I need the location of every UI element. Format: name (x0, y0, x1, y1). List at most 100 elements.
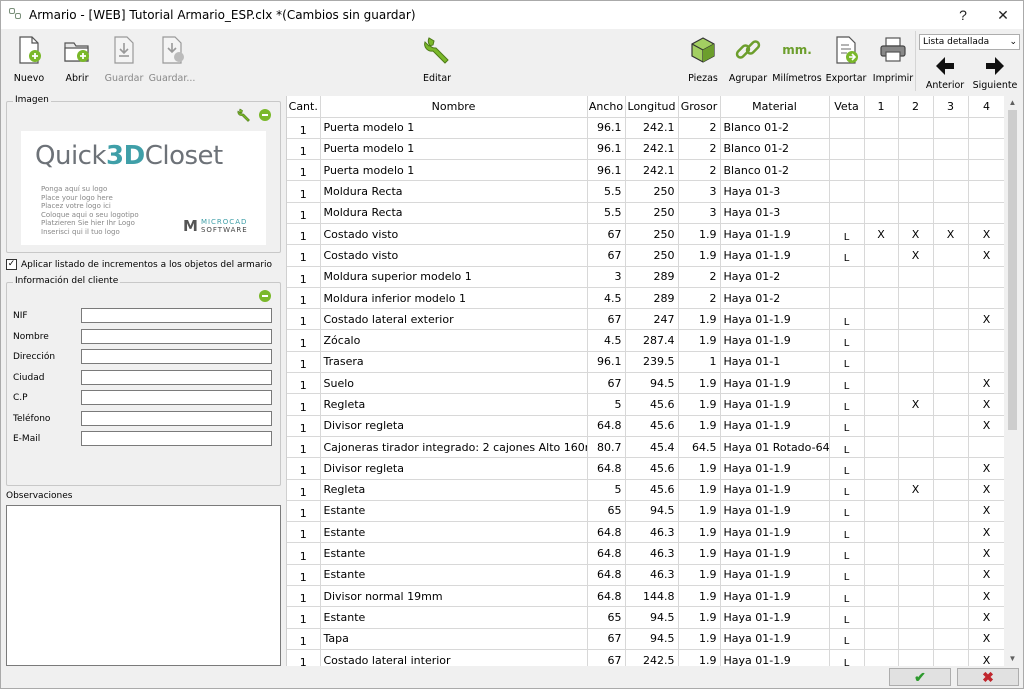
table-row[interactable]: 1 Costado visto 67 250 1.9 Haya 01-1.9 L X X X X (287, 223, 1004, 246)
cell-veta[interactable]: L (829, 457, 865, 480)
cell-cant[interactable]: 1 (287, 500, 321, 523)
header-col-2[interactable]: 2 (898, 96, 934, 118)
cell-col-4[interactable] (968, 159, 1004, 182)
help-button[interactable]: ? (945, 1, 981, 29)
cell-col-3[interactable] (933, 329, 969, 352)
cell-col-1[interactable] (864, 138, 899, 161)
cell-longitud[interactable]: 46.3 (625, 542, 679, 565)
header-longitud[interactable]: Longitud (625, 96, 679, 118)
cell-ancho[interactable]: 64.8 (587, 457, 626, 480)
cell-longitud[interactable]: 242.5 (625, 649, 679, 666)
cell-ancho[interactable]: 4.5 (587, 287, 626, 310)
cell-ancho[interactable]: 5.5 (587, 180, 626, 203)
cell-veta[interactable]: L (829, 542, 865, 565)
cell-col-3[interactable] (933, 138, 969, 161)
cell-ancho[interactable]: 64.8 (587, 415, 626, 437)
cell-nombre[interactable]: Estante (320, 564, 588, 587)
table-row[interactable]: 1 Suelo 67 94.5 1.9 Haya 01-1.9 L X (287, 372, 1004, 395)
table-row[interactable]: 1 Regleta 5 45.6 1.9 Haya 01-1.9 L X X (287, 479, 1004, 501)
cell-nombre[interactable]: Costado lateral exterior (320, 308, 588, 331)
cell-grosor[interactable]: 1.9 (678, 308, 721, 331)
view-mode-select[interactable]: Lista detallada ⌄ (919, 34, 1020, 50)
cell-grosor[interactable]: 1.9 (678, 521, 721, 544)
collapse-client-icon[interactable] (259, 290, 271, 302)
cell-cant[interactable]: 1 (287, 564, 321, 587)
scroll-up-icon[interactable]: ▲ (1004, 96, 1021, 110)
cell-ancho[interactable]: 64.8 (587, 542, 626, 565)
cell-nombre[interactable]: Costado visto (320, 244, 588, 267)
cell-col-1[interactable] (864, 308, 899, 331)
cell-veta[interactable]: L (829, 308, 865, 331)
cell-col-1[interactable] (864, 649, 899, 666)
cell-nombre[interactable]: Puerta modelo 1 (320, 159, 588, 182)
cell-cant[interactable]: 1 (287, 606, 321, 629)
cell-cant[interactable]: 1 (287, 372, 321, 395)
cell-col-3[interactable] (933, 628, 969, 650)
cell-col-2[interactable] (898, 542, 934, 565)
cell-col-4[interactable] (968, 351, 1004, 374)
cell-nombre[interactable]: Trasera (320, 351, 588, 374)
cell-ancho[interactable]: 64.8 (587, 564, 626, 587)
table-row[interactable]: 1 Zócalo 4.5 287.4 1.9 Haya 01-1.9 L (287, 329, 1004, 352)
table-row[interactable]: 1 Cajoneras tirador integrado: 2 cajones … (287, 436, 1004, 459)
apply-increments-checkbox[interactable]: ✓ (6, 259, 17, 270)
cell-ancho[interactable]: 67 (587, 649, 626, 666)
cell-col-2[interactable] (898, 436, 934, 459)
cell-material[interactable]: Haya 01-1.9 (720, 372, 830, 395)
cell-veta[interactable]: L (829, 372, 865, 395)
cell-grosor[interactable]: 2 (678, 117, 721, 139)
cell-material[interactable]: Haya 01-1.9 (720, 223, 830, 246)
cell-col-3[interactable] (933, 393, 969, 416)
cell-col-2[interactable] (898, 649, 934, 666)
cell-longitud[interactable]: 242.1 (625, 117, 679, 139)
cell-longitud[interactable]: 45.6 (625, 415, 679, 437)
cell-col-3[interactable] (933, 117, 969, 139)
cell-longitud[interactable]: 242.1 (625, 138, 679, 161)
header-material[interactable]: Material (720, 96, 830, 118)
vertical-scrollbar[interactable]: ▲ ▼ (1004, 96, 1021, 666)
cell-veta[interactable] (829, 159, 865, 182)
cell-col-1[interactable] (864, 266, 899, 288)
cell-ancho[interactable]: 96.1 (587, 138, 626, 161)
table-row[interactable]: 1 Estante 64.8 46.3 1.9 Haya 01-1.9 L X (287, 521, 1004, 544)
cell-ancho[interactable]: 67 (587, 628, 626, 650)
table-row[interactable]: 1 Costado lateral exterior 67 247 1.9 Haya 01… (287, 308, 1004, 331)
scroll-down-icon[interactable]: ▼ (1004, 652, 1021, 666)
cell-cant[interactable]: 1 (287, 457, 321, 480)
cell-col-3[interactable] (933, 564, 969, 587)
cell-col-1[interactable] (864, 457, 899, 480)
cell-ancho[interactable]: 96.1 (587, 117, 626, 139)
cell-cant[interactable]: 1 (287, 266, 321, 288)
cell-ancho[interactable]: 96.1 (587, 159, 626, 182)
cell-col-4[interactable] (968, 202, 1004, 224)
cell-grosor[interactable]: 2 (678, 138, 721, 161)
cell-veta[interactable] (829, 266, 865, 288)
cell-cant[interactable]: 1 (287, 393, 321, 416)
cell-veta[interactable]: L (829, 649, 865, 666)
cell-ancho[interactable]: 67 (587, 244, 626, 267)
cell-ancho[interactable]: 5.5 (587, 202, 626, 224)
print-button[interactable]: Imprimir (873, 33, 913, 91)
cell-nombre[interactable]: Divisor normal 19mm (320, 585, 588, 608)
cell-material[interactable]: Haya 01-1.9 (720, 542, 830, 565)
cell-grosor[interactable]: 1 (678, 351, 721, 374)
cell-col-2[interactable] (898, 457, 934, 480)
cell-ancho[interactable]: 67 (587, 372, 626, 395)
cell-longitud[interactable]: 144.8 (625, 585, 679, 608)
cell-grosor[interactable]: 64.5 (678, 436, 721, 459)
cell-veta[interactable]: L (829, 500, 865, 523)
cell-material[interactable]: Haya 01-3 (720, 202, 830, 224)
cell-veta[interactable]: L (829, 628, 865, 650)
cell-veta[interactable] (829, 180, 865, 203)
cell-grosor[interactable]: 2 (678, 159, 721, 182)
cell-grosor[interactable]: 2 (678, 266, 721, 288)
table-row[interactable]: 1 Divisor normal 19mm 64.8 144.8 1.9 Haya 01-… (287, 585, 1004, 608)
cell-col-4[interactable]: X (968, 500, 1004, 523)
cell-nombre[interactable]: Puerta modelo 1 (320, 138, 588, 161)
cell-col-3[interactable] (933, 585, 969, 608)
cell-grosor[interactable]: 1.9 (678, 500, 721, 523)
cell-cant[interactable]: 1 (287, 542, 321, 565)
cell-col-3[interactable] (933, 457, 969, 480)
cell-ancho[interactable]: 64.8 (587, 585, 626, 608)
cell-grosor[interactable]: 1.9 (678, 606, 721, 629)
